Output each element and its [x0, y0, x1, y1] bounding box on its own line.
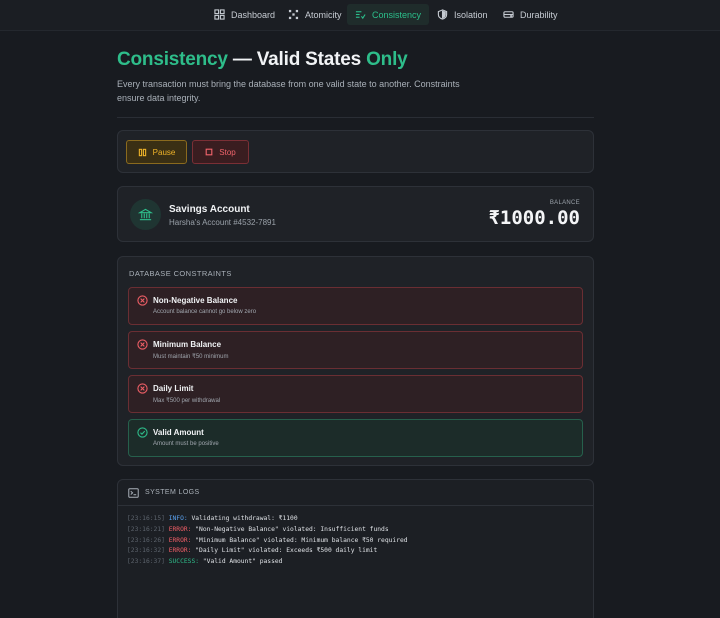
x-circle-icon	[137, 339, 148, 350]
controls-card: Pause Stop	[117, 130, 594, 173]
log-line: [23:16:15] INFO: Validating withdrawal: …	[127, 515, 298, 522]
nav-item-atomicity[interactable]: Atomicity	[280, 4, 350, 25]
check-circle-icon	[137, 427, 148, 438]
constraint-non-negative-balance: Non-Negative Balance Account balance can…	[128, 287, 583, 325]
nav-label: Consistency	[372, 9, 422, 20]
sliders-check-icon	[355, 11, 366, 20]
nav-label: Atomicity	[305, 9, 342, 20]
terminal-icon	[128, 487, 139, 498]
constraint-desc: Account balance cannot go below zero	[153, 309, 257, 315]
constraint-valid-amount: Valid Amount Amount must be positive	[128, 419, 583, 457]
nav-item-dashboard[interactable]: Dashboard	[206, 4, 283, 25]
constraint-minimum-balance: Minimum Balance Must maintain ₹50 minimu…	[128, 331, 583, 369]
pause-label: Pause	[152, 147, 176, 157]
stop-button[interactable]: Stop	[192, 140, 249, 164]
bank-icon	[130, 199, 161, 230]
x-circle-icon	[137, 295, 148, 306]
constraint-name: Daily Limit	[153, 384, 194, 393]
page-title: Consistency — Valid States Only	[117, 49, 408, 71]
divider	[117, 117, 594, 118]
constraint-desc: Amount must be positive	[153, 441, 219, 447]
logs-header: SYSTEM LOGS	[118, 480, 593, 506]
pause-icon	[138, 148, 146, 156]
hard-drive-icon	[503, 11, 514, 18]
constraint-name: Non-Negative Balance	[153, 296, 238, 305]
constraint-name: Minimum Balance	[153, 340, 222, 349]
constraints-card: DATABASE CONSTRAINTS Non-Negative Balanc…	[117, 256, 594, 466]
title-consistency: Consistency	[117, 49, 228, 70]
title-only: Only	[366, 49, 408, 70]
constraint-name: Valid Amount	[153, 428, 204, 437]
page-subtitle: Every transaction must bring the databas…	[117, 79, 460, 103]
nav-label: Durability	[520, 9, 558, 20]
constraints-title: DATABASE CONSTRAINTS	[129, 269, 232, 278]
log-line: [23:16:32] ERROR: "Daily Limit" violated…	[127, 547, 378, 554]
nav-label: Dashboard	[231, 9, 276, 20]
x-circle-icon	[137, 383, 148, 394]
nav-label: Isolation	[454, 9, 488, 20]
account-name: Savings Account	[169, 204, 250, 215]
system-logs-card: SYSTEM LOGS [23:16:15] INFO: Validating …	[117, 479, 594, 618]
nav-item-isolation[interactable]: Isolation	[429, 4, 496, 25]
stop-label: Stop	[219, 147, 236, 157]
title-valid-states: — Valid States	[227, 49, 367, 70]
pause-button[interactable]: Pause	[126, 140, 187, 164]
top-nav: Dashboard Atomicity Consistency Isolatio…	[0, 0, 720, 31]
constraint-desc: Must maintain ₹50 minimum	[153, 354, 229, 360]
nav-item-consistency[interactable]: Consistency	[347, 4, 430, 25]
log-line: [23:16:21] ERROR: "Non-Negative Balance"…	[127, 526, 389, 533]
nav-item-durability[interactable]: Durability	[495, 4, 566, 25]
shield-icon	[437, 9, 448, 20]
account-card: Savings Account Harsha's Account #4532-7…	[117, 186, 594, 242]
constraint-desc: Max ₹500 per withdrawal	[153, 398, 221, 404]
log-line: [23:16:37] SUCCESS: "Valid Amount" passe…	[127, 558, 283, 565]
account-number: Harsha's Account #4532-7891	[169, 218, 276, 227]
grid-icon	[214, 9, 225, 20]
stop-icon	[205, 148, 213, 156]
atom-icon	[288, 9, 299, 20]
logs-title: SYSTEM LOGS	[145, 489, 200, 496]
balance-label: BALANCE	[549, 200, 580, 206]
balance-value: ₹1000.00	[488, 207, 580, 229]
log-line: [23:16:26] ERROR: "Minimum Balance" viol…	[127, 537, 408, 544]
constraint-daily-limit: Daily Limit Max ₹500 per withdrawal	[128, 375, 583, 413]
